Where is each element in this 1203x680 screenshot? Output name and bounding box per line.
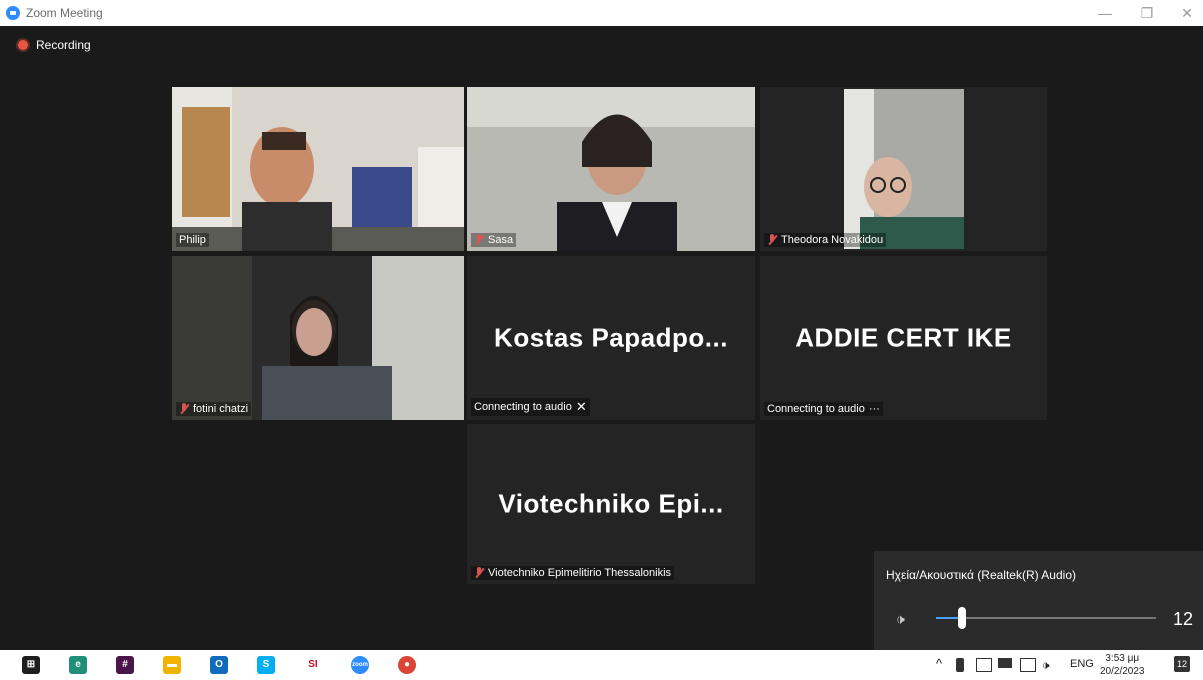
mic-muted-icon <box>474 234 484 246</box>
chrome-icon[interactable]: ● <box>398 656 416 674</box>
video-tile-theodora[interactable]: Theodora Novakidou <box>760 87 1047 251</box>
screen-share-icon[interactable] <box>976 658 992 672</box>
si-app-icon[interactable]: SI <box>304 656 322 674</box>
language-indicator[interactable]: ENG <box>1070 658 1094 670</box>
windows-start-icon[interactable]: ⊞ <box>22 656 40 674</box>
participant-name: Theodora Novakidou <box>764 233 887 247</box>
restore-button[interactable]: ❐ <box>1137 4 1157 22</box>
participant-display-name: Viotechniko Epi... <box>498 488 724 519</box>
close-icon: ✕ <box>575 399 587 414</box>
speaker-icon[interactable]: 🕩 <box>896 611 905 628</box>
loading-icon: ··· <box>868 403 880 415</box>
mic-muted-icon <box>474 567 484 579</box>
participant-name: Sasa <box>471 233 517 247</box>
edge-icon[interactable]: e <box>69 656 87 674</box>
camera-icon[interactable] <box>998 658 1012 668</box>
mic-muted-icon <box>767 234 777 246</box>
recording-indicator[interactable]: Recording <box>18 38 91 52</box>
network-icon[interactable] <box>1020 658 1036 672</box>
taskbar: ⊞ e # ▬ O S SI zoom ● ^ 🕩 ENG 3:53 μμ 20/2/2023 … <box>0 650 1203 680</box>
name-tile-addie[interactable]: ADDIE CERT IKE Connecting to audio ··· <box>760 256 1047 420</box>
outlook-icon[interactable]: O <box>210 656 228 674</box>
participant-name: Philip <box>176 233 209 247</box>
volume-value: 12 <box>1172 609 1193 629</box>
file-explorer-icon[interactable]: ▬ <box>163 656 181 674</box>
window-title: Zoom Meeting <box>26 6 103 20</box>
clock[interactable]: 3:53 μμ 20/2/2023 <box>1100 652 1145 678</box>
title-bar: Zoom Meeting — ❐ ✕ <box>0 0 1203 26</box>
participant-video <box>467 87 755 251</box>
skype-icon[interactable]: S <box>257 656 275 674</box>
video-tile-fotini[interactable]: fotini chatzi <box>172 256 464 420</box>
name-tile-kostas[interactable]: Kostas Papadpo... Connecting to audio ✕ <box>467 256 755 420</box>
volume-slider-thumb[interactable] <box>958 607 967 629</box>
volume-flyout: Ηχεία/Ακουστικά (Realtek(R) Audio) 🕩 12 <box>874 551 1203 650</box>
recording-dot-icon <box>18 40 28 50</box>
participant-name: fotini chatzi <box>176 402 252 416</box>
video-tile-philip[interactable]: Philip <box>172 87 464 251</box>
recording-label: Recording <box>36 38 91 52</box>
notification-center-icon[interactable]: 12 <box>1174 656 1190 672</box>
zoom-icon[interactable]: zoom <box>351 656 369 674</box>
microphone-icon[interactable] <box>956 658 964 672</box>
slack-icon[interactable]: # <box>116 656 134 674</box>
volume-slider[interactable] <box>936 607 1156 629</box>
participant-video <box>172 256 464 420</box>
participant-name: Viotechniko Epimelitirio Thessalonikis <box>471 566 675 580</box>
participant-display-name: ADDIE CERT IKE <box>795 322 1012 353</box>
mic-muted-icon <box>179 403 189 415</box>
participant-video <box>760 87 1047 251</box>
volume-icon[interactable]: 🕩 <box>1042 658 1050 673</box>
name-tile-viotechniko[interactable]: Viotechniko Epi... Viotechniko Epimeliti… <box>467 424 755 584</box>
zoom-logo-icon <box>6 6 20 20</box>
video-tile-sasa[interactable]: Sasa <box>467 87 755 251</box>
participant-display-name: Kostas Papadpo... <box>494 322 728 353</box>
audio-status: Connecting to audio ✕ <box>471 398 590 416</box>
participant-video <box>172 87 464 251</box>
audio-status: Connecting to audio ··· <box>764 402 883 416</box>
close-button[interactable]: ✕ <box>1177 4 1197 22</box>
audio-device-name[interactable]: Ηχεία/Ακουστικά (Realtek(R) Audio) <box>886 568 1076 582</box>
minimize-button[interactable]: — <box>1095 4 1115 22</box>
show-hidden-icons-chevron-icon[interactable]: ^ <box>936 656 942 671</box>
